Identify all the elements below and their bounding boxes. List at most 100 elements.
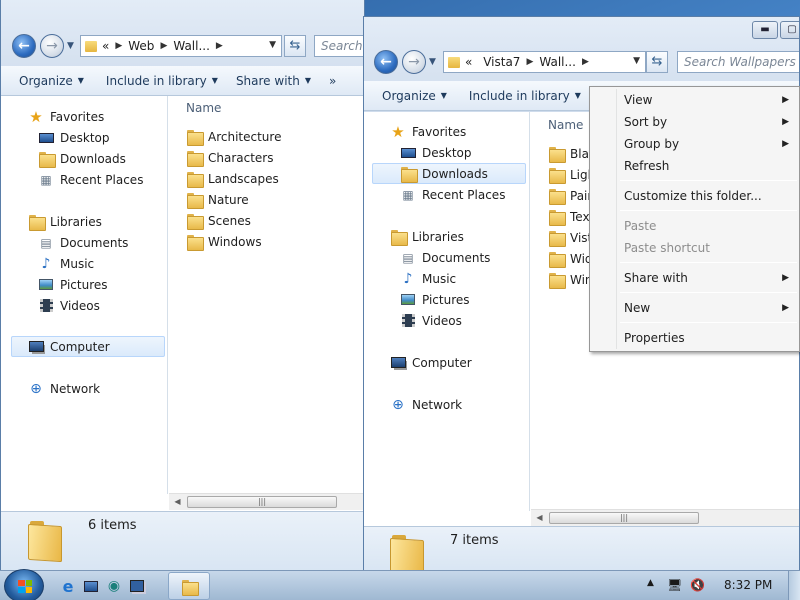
- include-in-library-button[interactable]: Include in library ▼: [461, 89, 589, 103]
- nav-music[interactable]: ♪ Music: [1, 253, 167, 274]
- back-button[interactable]: ←: [374, 50, 398, 74]
- nav-desktop[interactable]: Desktop: [364, 142, 529, 163]
- list-item[interactable]: Architecture: [187, 126, 281, 147]
- breadcrumb-chevron[interactable]: «: [102, 39, 109, 53]
- breadcrumb-separator-icon[interactable]: ▶: [582, 57, 589, 67]
- nav-recent-places[interactable]: ▦ Recent Places: [1, 169, 167, 190]
- horizontal-scrollbar[interactable]: ◀ |||: [531, 509, 799, 526]
- breadcrumb-separator-icon[interactable]: ▶: [526, 57, 533, 67]
- taskbar-button-explorer[interactable]: [168, 572, 210, 600]
- show-hidden-icons-icon[interactable]: ▲: [647, 578, 654, 588]
- address-dropdown-icon[interactable]: ▼: [269, 40, 276, 50]
- nav-network[interactable]: ⊕ Network: [364, 394, 529, 415]
- breadcrumb-separator-icon[interactable]: ▶: [115, 41, 122, 51]
- minimize-button[interactable]: ▬: [752, 21, 778, 39]
- nav-videos[interactable]: Videos: [1, 295, 167, 316]
- organize-button[interactable]: Organize ▼: [364, 89, 455, 103]
- list-item[interactable]: Windows: [187, 231, 262, 252]
- list-item[interactable]: Characters: [187, 147, 274, 168]
- recent-pages-dropdown-icon[interactable]: ▼: [67, 41, 74, 51]
- menu-item-properties[interactable]: Properties: [592, 327, 797, 349]
- list-item[interactable]: Nature: [187, 189, 249, 210]
- breadcrumb-separator-icon[interactable]: ▶: [216, 41, 223, 51]
- nav-recent-places[interactable]: ▦ Recent Places: [364, 184, 529, 205]
- column-header-name[interactable]: Name: [548, 118, 583, 132]
- volume-muted-icon[interactable]: 🔇: [690, 578, 705, 592]
- nav-documents[interactable]: ▤ Documents: [364, 247, 529, 268]
- menu-item-view[interactable]: View ▶: [592, 89, 797, 111]
- address-bar[interactable]: « ▶ Web ▶ Wall... ▶ ▼: [80, 35, 282, 57]
- address-dropdown-icon[interactable]: ▼: [633, 56, 640, 66]
- back-arrow-icon: ←: [18, 38, 30, 54]
- file-list[interactable]: Name Architecture Characters Landscapes …: [169, 96, 364, 494]
- nav-music[interactable]: ♪ Music: [364, 268, 529, 289]
- nav-libraries[interactable]: Libraries: [1, 211, 167, 232]
- share-with-button[interactable]: Share with ▼: [228, 74, 319, 88]
- breadcrumb-wallpapers[interactable]: Wall...: [539, 55, 576, 69]
- switch-windows-icon[interactable]: [126, 575, 148, 597]
- breadcrumb-vista7[interactable]: Vista7: [483, 55, 520, 69]
- maximize-button[interactable]: ▢: [780, 21, 799, 39]
- forward-button[interactable]: →: [40, 34, 64, 58]
- navigation-pane[interactable]: ★ Favorites Desktop Downloads ▦ Recent Pla…: [1, 96, 168, 494]
- forward-button[interactable]: →: [402, 50, 426, 74]
- nav-pictures[interactable]: Pictures: [364, 289, 529, 310]
- breadcrumb-separator-icon[interactable]: ▶: [160, 41, 167, 51]
- include-in-library-button[interactable]: Include in library ▼: [98, 74, 226, 88]
- refresh-button[interactable]: ⇆: [646, 51, 668, 73]
- nav-desktop[interactable]: Desktop: [1, 127, 167, 148]
- internet-explorer-icon[interactable]: e: [57, 575, 79, 597]
- show-desktop-button[interactable]: [788, 571, 800, 600]
- breadcrumb-chevron[interactable]: «: [465, 55, 472, 69]
- list-item[interactable]: Text: [549, 206, 594, 227]
- more-commands-button[interactable]: »: [321, 74, 344, 88]
- list-item[interactable]: Win: [549, 269, 593, 290]
- nav-libraries[interactable]: Libraries: [364, 226, 529, 247]
- nav-pictures[interactable]: Pictures: [1, 274, 167, 295]
- list-item[interactable]: Landscapes: [187, 168, 279, 189]
- scroll-thumb[interactable]: |||: [549, 512, 699, 524]
- menu-item-refresh[interactable]: Refresh: [592, 155, 797, 177]
- start-button[interactable]: [4, 569, 44, 600]
- search-input[interactable]: Search: [314, 35, 364, 57]
- show-desktop-quick-launch-icon[interactable]: [80, 575, 102, 597]
- menu-item-sort-by[interactable]: Sort by ▶: [592, 111, 797, 133]
- scroll-left-icon[interactable]: ◀: [531, 510, 548, 526]
- explorer-window-wallpapers-web[interactable]: ← → ▼ « ▶ Web ▶ Wall... ▶ ▼ ⇆ Search Org…: [0, 0, 365, 572]
- horizontal-scrollbar[interactable]: ◀ |||: [169, 493, 364, 510]
- scroll-left-icon[interactable]: ◀: [169, 494, 186, 510]
- refresh-button[interactable]: ⇆: [284, 35, 306, 57]
- breadcrumb-web[interactable]: Web: [128, 39, 154, 53]
- list-item[interactable]: Wid: [549, 248, 593, 269]
- scroll-thumb[interactable]: |||: [187, 496, 337, 508]
- menu-label: Properties: [624, 331, 685, 345]
- navigation-pane[interactable]: ★ Favorites Desktop Downloads ▦ Recent Pla…: [364, 112, 530, 511]
- details-pane: 6 items: [1, 511, 364, 571]
- nav-computer[interactable]: Computer: [364, 352, 529, 373]
- clock[interactable]: 8:32 PM: [724, 578, 772, 592]
- search-input[interactable]: Search Wallpapers: [677, 51, 799, 73]
- list-item[interactable]: Scenes: [187, 210, 251, 231]
- breadcrumb-separator-icon[interactable]: [476, 57, 479, 67]
- nav-computer[interactable]: Computer: [11, 336, 165, 357]
- network-status-icon[interactable]: 🖥: [667, 578, 682, 592]
- nav-downloads[interactable]: Downloads: [1, 148, 167, 169]
- nav-documents[interactable]: ▤ Documents: [1, 232, 167, 253]
- organize-button[interactable]: Organize ▼: [1, 74, 92, 88]
- nav-downloads[interactable]: Downloads: [372, 163, 526, 184]
- menu-item-share-with[interactable]: Share with ▶: [592, 267, 797, 289]
- nav-network[interactable]: ⊕ Network: [1, 378, 167, 399]
- nav-favorites[interactable]: ★ Favorites: [1, 106, 167, 127]
- address-bar[interactable]: « Vista7 ▶ Wall... ▶ ▼: [443, 51, 646, 73]
- recent-pages-dropdown-icon[interactable]: ▼: [429, 57, 436, 67]
- nav-label: Music: [422, 271, 457, 286]
- menu-item-customize-folder[interactable]: Customize this folder...: [592, 185, 797, 207]
- nav-favorites[interactable]: ★ Favorites: [364, 121, 529, 142]
- media-player-icon[interactable]: ◉: [103, 575, 125, 597]
- column-header-name[interactable]: Name: [186, 101, 221, 115]
- nav-videos[interactable]: Videos: [364, 310, 529, 331]
- menu-item-new[interactable]: New ▶: [592, 297, 797, 319]
- back-button[interactable]: ←: [12, 34, 36, 58]
- breadcrumb-wallpapers[interactable]: Wall...: [173, 39, 210, 53]
- menu-item-group-by[interactable]: Group by ▶: [592, 133, 797, 155]
